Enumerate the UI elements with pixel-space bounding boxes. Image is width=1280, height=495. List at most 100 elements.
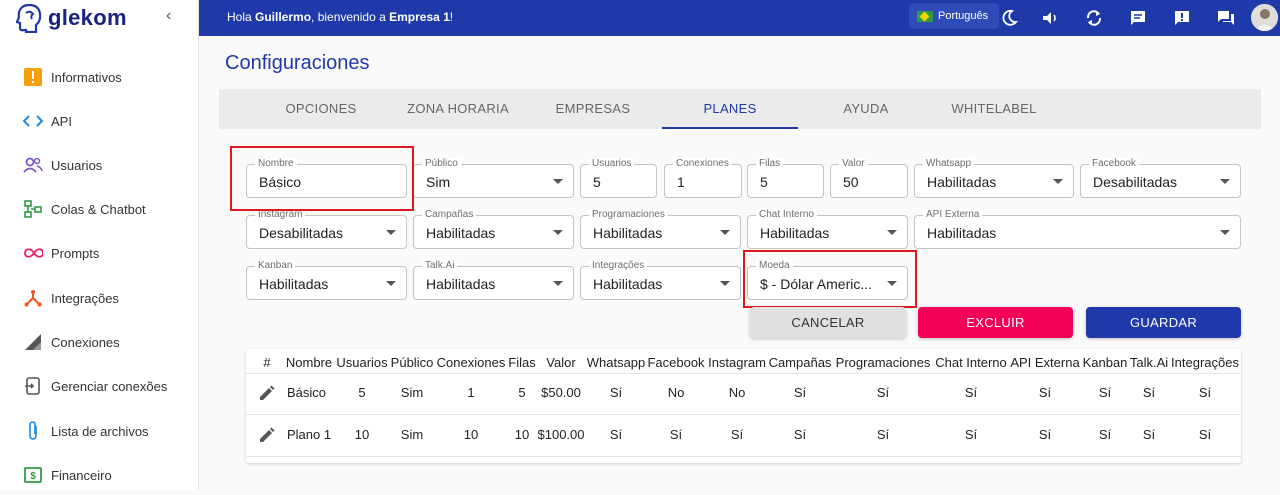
highlight-nombre [230,146,414,211]
table-cell: Sí [1038,385,1052,400]
tab-opciones[interactable]: OPCIONES [273,89,369,129]
table-header-cell: Chat Interno [935,355,1007,370]
table-cell: Sí [1142,427,1156,442]
campanas-select[interactable]: Campañas Habilitadas [413,209,574,249]
alert-message-icon[interactable] [1169,5,1195,31]
kanban-select[interactable]: Kanban Habilitadas [246,260,407,300]
table-cell: 10 [354,427,370,442]
field-label: Integrações [589,260,648,272]
user-avatar[interactable] [1251,4,1278,31]
table-cell: $100.00 [537,427,585,442]
field-value: Sim [426,174,451,190]
dropdown-arrow-icon [1220,230,1230,235]
valor-field[interactable]: Valor 50 [830,158,908,198]
refresh-icon[interactable] [1081,5,1107,31]
programaciones-select[interactable]: Programaciones Habilitadas [580,209,741,249]
sidebar-item-informativos[interactable]: Informativos [0,57,198,97]
sidebar-item-conexiones[interactable]: Conexiones [0,322,198,362]
dropdown-arrow-icon [553,179,563,184]
table-cell: $50.00 [541,385,581,400]
dropdown-arrow-icon [1220,179,1230,184]
chat-icon[interactable] [1125,5,1151,31]
cancel-button[interactable]: CANCELAR [750,307,906,338]
row-divider [246,414,1241,415]
field-value: 1 [677,174,685,190]
field-value: 50 [843,174,859,190]
save-button[interactable]: GUARDAR [1086,307,1241,338]
field-value: Desabilitadas [259,225,344,241]
connection-manage-icon [23,376,43,396]
field-label: Whatsapp [923,158,975,170]
brand-logo[interactable]: glekom [16,2,127,34]
edit-pencil-icon[interactable] [258,426,276,444]
dropdown-arrow-icon [553,230,563,235]
dropdown-arrow-icon [386,230,396,235]
field-value: Habilitadas [593,276,663,292]
plans-table: # Nombre Usuarios Público Conexiones Filas Val… [246,349,1241,463]
usuarios-field[interactable]: Usuarios 5 [580,158,657,198]
sidebar-item-lista-archivos[interactable]: Lista de archivos [0,411,198,451]
sidebar-item-financeiro[interactable]: $ Financeiro [0,455,198,495]
table-header-cell: Campañas [768,355,832,370]
tab-planes[interactable]: PLANES [662,89,798,129]
tab-zona-horaria[interactable]: ZONA HORARIA [399,89,517,129]
sidebar-item-label: Conexiones [51,334,120,350]
language-selector[interactable]: Português [909,3,999,29]
table-cell: Sí [609,427,623,442]
page-title: Configuraciones [225,52,370,74]
table-cell: Sim [400,385,424,400]
table-cell: Plano 1 [287,427,332,442]
integracoes-select[interactable]: Integrações Habilitadas [580,260,741,300]
table-cell: 1 [467,385,475,400]
table-header-cell: Integrações [1171,355,1239,370]
sidebar-item-prompts[interactable]: Prompts [0,233,198,273]
collapse-sidebar-icon[interactable]: ‹ [166,6,180,26]
facebook-select[interactable]: Facebook Desabilitadas [1080,158,1241,198]
tab-empresas[interactable]: EMPRESAS [543,89,643,129]
delete-button[interactable]: EXCLUIR [918,307,1073,338]
table-cell: Sí [1198,427,1212,442]
field-label: Conexiones [673,158,732,170]
flow-icon [23,199,43,219]
chat-interno-select[interactable]: Chat Interno Habilitadas [747,209,908,249]
tab-whitelabel[interactable]: WHITELABEL [939,89,1049,129]
field-label: Usuarios [589,158,635,170]
volume-icon[interactable] [1037,5,1063,31]
edit-pencil-icon[interactable] [258,384,276,402]
field-value: Habilitadas [426,276,496,292]
sidebar-item-integracoes[interactable]: Integrações [0,278,198,318]
table-cell: Sim [400,427,424,442]
sidebar-item-colas-chatbot[interactable]: Colas & Chatbot [0,189,198,229]
field-label: Valor [839,158,868,170]
table-cell: Sí [876,427,890,442]
sidebar-item-gerenciar-conexoes[interactable]: Gerenciar conexões [0,366,198,406]
brand-name: glekom [48,5,127,30]
table-header-cell: # [263,355,271,370]
alert-square-icon [23,67,43,87]
header-divider [246,373,1241,374]
sidebar-item-label: Prompts [51,245,100,261]
sidebar-item-api[interactable]: API [0,101,198,141]
table-cell: Sí [1038,427,1052,442]
publico-select[interactable]: Público Sim [413,158,574,198]
row-divider [246,456,1241,457]
dollar-icon: $ [23,465,43,485]
tab-ayuda[interactable]: AYUDA [819,89,913,129]
dropdown-arrow-icon [887,230,897,235]
greeting-text: Hola Guillermo, bienvenido a Empresa 1! [227,10,453,24]
whatsapp-select[interactable]: Whatsapp Habilitadas [914,158,1074,198]
dark-mode-icon[interactable] [996,5,1022,31]
table-cell: Sí [1142,385,1156,400]
filas-field[interactable]: Filas 5 [747,158,824,198]
talk-ai-select[interactable]: Talk.Ai Habilitadas [413,260,574,300]
instagram-select[interactable]: Instagram Desabilitadas [246,209,407,249]
forum-icon[interactable] [1213,5,1239,31]
api-externa-select[interactable]: API Externa Habilitadas [914,209,1241,249]
dropdown-arrow-icon [720,230,730,235]
table-header-cell: Nombre [285,355,333,370]
conexiones-field[interactable]: Conexiones 1 [664,158,742,198]
field-value: Habilitadas [927,174,997,190]
table-cell: 5 [518,385,526,400]
table-header-cell: Facebook [647,355,705,370]
sidebar-item-usuarios[interactable]: Usuarios [0,145,198,185]
